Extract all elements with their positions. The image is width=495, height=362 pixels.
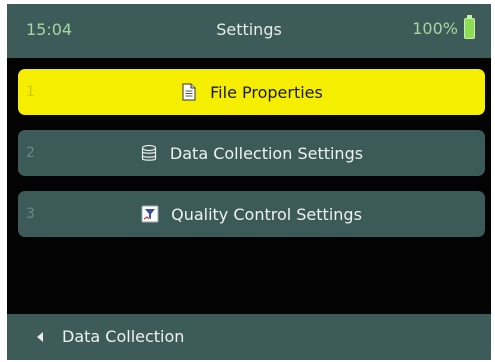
menu-item-label: Data Collection Settings <box>169 143 364 163</box>
menu-item-data-collection-settings[interactable]: 2 Data Collection Settings <box>18 130 485 176</box>
menu-item-quality-control-settings[interactable]: 3 Quality Control Settings <box>18 191 485 237</box>
document-icon <box>180 83 198 101</box>
menu-item-label: File Properties <box>210 82 323 102</box>
device-screen: 15:04 Settings 100% 1 File Properties 2 <box>7 4 491 360</box>
battery-full-icon <box>464 15 475 39</box>
menu-item-label: Quality Control Settings <box>171 204 362 224</box>
menu-item-file-properties[interactable]: 1 File Properties <box>18 69 485 115</box>
back-label: Data Collection <box>62 327 185 346</box>
quality-filter-icon <box>141 205 159 223</box>
database-stack-icon <box>140 144 158 162</box>
battery-percentage: 100% <box>412 19 458 38</box>
battery-status: 100% <box>412 15 475 39</box>
chevron-left-icon <box>37 332 43 342</box>
status-bar: 15:04 Settings 100% <box>7 4 491 58</box>
back-navigation-bar[interactable]: Data Collection <box>7 314 491 360</box>
